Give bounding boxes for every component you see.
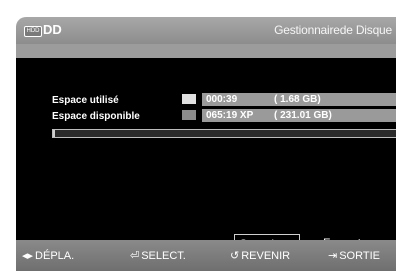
nav-exit-label: SORTIE [339,250,380,262]
free-space-swatch [182,110,196,120]
window-subtitle: Gestionnairede Disque [274,23,392,37]
hdd-icon: HDD [24,26,42,37]
exit-icon: ⇥ [328,250,338,262]
nav-select-label: SELECT. [141,250,186,262]
disk-usage-fill [53,130,56,137]
enter-icon: ⏎ [130,250,140,262]
arrows-icon: ◂▸ [22,250,34,262]
header-band [16,44,396,58]
used-space-time: 000:39 [206,94,238,105]
free-space-value: 065:19 XP ( 231.01 GB) [202,109,396,122]
nav-exit: ⇥ SORTIE [328,249,380,262]
used-space-size: ( 1.68 GB) [274,94,321,105]
nav-back-label: REVENIR [241,250,291,262]
window-title: DD [43,22,62,37]
used-space-swatch [182,94,196,104]
title-bar: HDD DD Gestionnairede Disque [16,17,396,44]
screen: HDD DD Gestionnairede Disque Espace util… [0,0,396,272]
nav-move-label: DÉPLA. [35,250,75,262]
free-space-label: Espace disponible [52,111,140,122]
free-space-size: ( 231.01 GB) [274,110,332,121]
disk-usage-bar [52,129,396,138]
return-icon: ↺ [230,250,240,262]
content-panel: Espace utilisé 000:39 ( 1.68 GB) Espace … [16,58,396,253]
navigation-help-bar: ◂▸ DÉPLA. ⏎ SELECT. ↺ REVENIR ⇥ SORTIE [16,240,396,271]
nav-move: ◂▸ DÉPLA. [22,249,74,262]
nav-select: ⏎ SELECT. [130,249,186,262]
used-space-label: Espace utilisé [52,95,119,106]
used-space-value: 000:39 ( 1.68 GB) [202,93,396,106]
nav-back: ↺ REVENIR [230,249,290,262]
disk-manager-window: HDD DD Gestionnairede Disque Espace util… [16,17,396,271]
free-space-time: 065:19 XP [206,110,254,121]
